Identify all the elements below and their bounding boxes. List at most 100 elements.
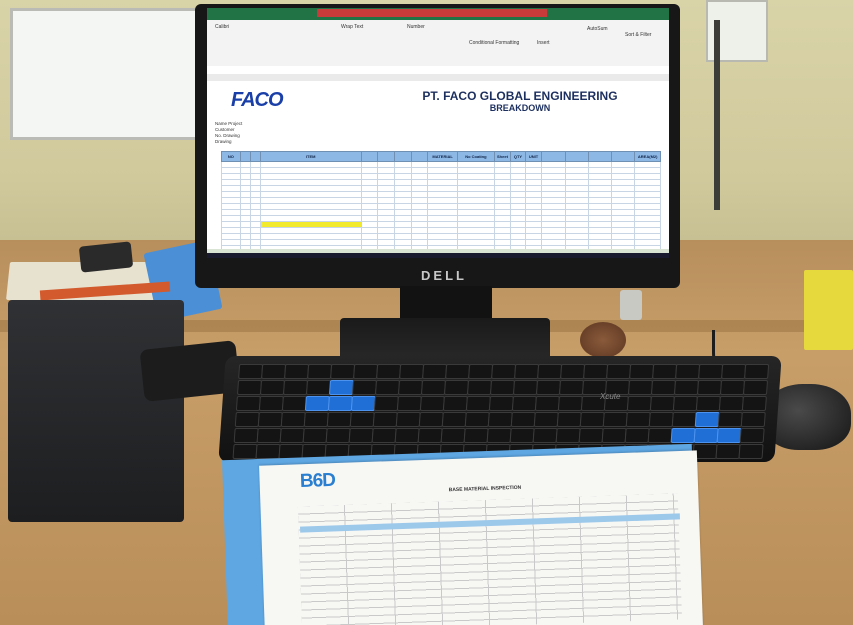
keyboard-key <box>305 380 332 395</box>
keyboard-key <box>330 364 356 379</box>
keyboard-key <box>349 412 375 427</box>
keyboard-key <box>741 396 767 411</box>
document-title: BREAKDOWN <box>489 103 551 113</box>
whiteboard-left <box>10 8 198 140</box>
keyboard-key <box>282 380 309 395</box>
keyboard-key <box>371 428 397 443</box>
keyboard-key <box>463 428 489 443</box>
excel-ribbon[interactable]: Calibri Wrap Text Number Conditional For… <box>207 20 669 67</box>
keyboard-key <box>534 396 560 411</box>
column-headers <box>207 74 669 81</box>
keyboard-key <box>372 412 398 427</box>
keyboard-key <box>647 428 673 443</box>
keyboard-key <box>624 428 650 443</box>
header-cell: ITEM <box>259 151 362 162</box>
keyboard-key <box>420 380 447 395</box>
keyboard-key <box>673 380 700 395</box>
key-row <box>236 380 769 395</box>
keyboard-key <box>742 380 769 395</box>
keyboard-key <box>236 380 263 395</box>
keyboard-key <box>348 428 374 443</box>
keyboard-key <box>303 412 329 427</box>
keyboard-key <box>578 428 604 443</box>
header-cell <box>360 151 379 162</box>
keyboard-key <box>606 364 632 379</box>
keyboard-key <box>535 380 562 395</box>
keyboard-key <box>671 412 697 427</box>
keyboard-key <box>419 396 445 411</box>
keyboard-key <box>238 364 264 379</box>
keyboard-key <box>257 412 283 427</box>
keyboard-key <box>558 380 585 395</box>
keyboard-key <box>464 412 490 427</box>
document-logo: B6D <box>299 469 336 493</box>
header-cell <box>249 151 261 162</box>
wall-post <box>714 20 720 210</box>
keyboard-key <box>739 428 765 443</box>
keyboard-key <box>397 380 424 395</box>
yellow-folders <box>804 270 853 350</box>
keyboard-key <box>259 380 286 395</box>
keyboard-key <box>693 428 719 443</box>
keyboard-key <box>583 364 609 379</box>
keyboard-key <box>235 396 261 411</box>
document-table <box>297 493 683 625</box>
keyboard-key <box>557 396 583 411</box>
keyboard-key <box>255 444 281 459</box>
ribbon-number-format[interactable]: Number <box>407 24 425 30</box>
breakdown-table[interactable]: NO ITEM MATERIAL No Coating Sheet QTY UN… <box>221 151 661 258</box>
keyboard-key <box>465 396 491 411</box>
key-row <box>233 428 765 443</box>
keyboard-key <box>443 380 470 395</box>
ribbon-sort-filter[interactable]: Sort & Filter <box>625 32 651 38</box>
keyboard-key <box>417 428 443 443</box>
ribbon-autosum[interactable]: AutoSum <box>587 26 608 32</box>
company-logo: FACO <box>231 89 284 111</box>
header-cell <box>564 151 589 162</box>
keyboard-key <box>325 428 351 443</box>
header-cell: AREA(M2) <box>634 151 661 162</box>
keyboard-key <box>327 396 353 411</box>
ribbon-conditional-formatting[interactable]: Conditional Formatting <box>469 40 519 46</box>
worksheet[interactable]: FACO PT. FACO GLOBAL ENGINEERING BREAKDO… <box>207 81 669 258</box>
keyboard-key <box>629 364 655 379</box>
keyboard-key <box>533 412 559 427</box>
keyboard-key <box>394 428 420 443</box>
ribbon-font-box[interactable]: Calibri <box>215 24 229 30</box>
key-row <box>235 396 767 411</box>
ribbon-insert[interactable]: Insert <box>537 40 550 46</box>
table-body[interactable] <box>221 161 661 258</box>
info-label: Drawing <box>215 139 232 144</box>
keyboard-key <box>441 412 467 427</box>
keyboard-key <box>652 364 678 379</box>
keyboard-key <box>510 412 536 427</box>
header-cell: No Coating <box>457 151 495 162</box>
keyboard-key <box>602 412 628 427</box>
keyboard-key <box>486 428 512 443</box>
keyboard-key <box>716 428 742 443</box>
keyboard-key <box>695 396 721 411</box>
keyboard-key <box>560 364 586 379</box>
keyboard-key <box>466 380 493 395</box>
keyboard-key <box>261 364 287 379</box>
keyboard-brand: Xcute <box>600 392 621 401</box>
excel-title-bar <box>207 8 669 20</box>
windows-taskbar[interactable] <box>207 253 669 258</box>
keyboard-key <box>351 380 378 395</box>
keyboard-key <box>532 428 558 443</box>
keyboard-key <box>396 396 422 411</box>
keyboard <box>218 356 782 462</box>
header-cell <box>410 151 429 162</box>
keyboard-key <box>307 364 333 379</box>
header-cell <box>377 151 395 162</box>
keyboard-key <box>694 412 720 427</box>
keyboard-key <box>672 396 698 411</box>
keyboard-key <box>440 428 466 443</box>
monitor-brand-logo: DELL <box>421 268 467 283</box>
keyboard-key <box>675 364 701 379</box>
ribbon-wrap-text[interactable]: Wrap Text <box>341 24 363 30</box>
keyboard-key <box>281 396 307 411</box>
keyboard-key <box>537 364 563 379</box>
keyboard-key <box>442 396 468 411</box>
keyboard-key <box>555 428 581 443</box>
